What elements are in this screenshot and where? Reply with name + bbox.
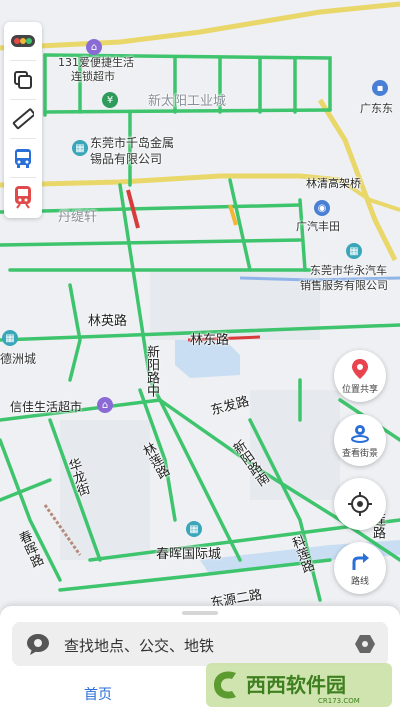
company-icon[interactable]: ▦ xyxy=(72,140,88,156)
route-icon xyxy=(352,552,369,570)
street-view-icon xyxy=(351,424,369,443)
share-location-icon xyxy=(352,358,368,379)
layers-icon xyxy=(14,71,32,89)
map-label: 锡品有限公司 xyxy=(90,152,163,166)
crosshair-icon xyxy=(348,492,372,516)
route-button[interactable]: 路线 xyxy=(334,542,386,594)
company-icon[interactable]: ▦ xyxy=(186,521,202,537)
map-label: 新太阳工业城 xyxy=(148,94,227,109)
locate-button[interactable] xyxy=(334,478,386,530)
car-icon[interactable]: ◉ xyxy=(314,200,330,216)
search-input[interactable]: 查找地点、公交、地铁 xyxy=(64,635,214,656)
map-label: 信佳生活超市 xyxy=(10,400,83,414)
tab-home[interactable]: 首页 xyxy=(84,684,112,704)
place-icon[interactable]: ▪ xyxy=(372,80,388,96)
street-view-label: 查看街景 xyxy=(341,448,378,459)
map-toolbar xyxy=(4,22,42,218)
drag-handle[interactable] xyxy=(182,611,218,615)
traffic-icon xyxy=(11,35,35,47)
map-label: 连锁超市 xyxy=(71,70,115,83)
supermarket-icon[interactable]: ⌂ xyxy=(86,39,102,55)
map-label: 德洲城 xyxy=(0,352,37,366)
route-label: 路线 xyxy=(350,576,369,587)
bus-icon xyxy=(15,149,31,168)
bank-icon[interactable]: ¥ xyxy=(102,92,118,108)
subway-icon xyxy=(15,186,31,209)
map-label: 广东东 xyxy=(360,102,393,115)
ruler-icon xyxy=(12,108,34,130)
map-label: 丹缇轩 xyxy=(58,210,98,225)
share-location-button[interactable]: 位置共享 xyxy=(334,350,386,402)
road-label: 林英路 xyxy=(88,314,128,329)
svg-text:西西软件园: 西西软件园 xyxy=(246,673,346,697)
subway-button[interactable] xyxy=(4,178,42,216)
map-label: 东莞市华永汽车 xyxy=(310,264,387,277)
map-label: 广汽丰田 xyxy=(296,220,340,233)
layers-button[interactable] xyxy=(4,61,42,99)
share-location-label: 位置共享 xyxy=(341,384,378,395)
svg-text:CR173.COM: CR173.COM xyxy=(318,697,360,705)
ruler-button[interactable] xyxy=(4,100,42,138)
road-label: 林东路 xyxy=(190,333,230,348)
company-icon[interactable]: ▦ xyxy=(2,330,18,346)
map-label: 春晖国际城 xyxy=(156,547,222,562)
hexagon-icon[interactable] xyxy=(354,634,376,654)
watermark-logo: 西西软件园 CR173.COM xyxy=(206,663,392,707)
chat-bubble-icon xyxy=(27,634,49,655)
supermarket-icon[interactable]: ⌂ xyxy=(97,397,113,413)
company-icon[interactable]: ▦ xyxy=(346,243,362,259)
map-label: 销售服务有限公司 xyxy=(300,279,388,292)
street-view-button[interactable]: 查看街景 xyxy=(334,414,386,466)
map-label: 东莞市千岛金属 xyxy=(90,136,175,150)
bus-button[interactable] xyxy=(4,139,42,177)
search-bar[interactable]: 查找地点、公交、地铁 xyxy=(12,622,388,666)
traffic-toggle[interactable] xyxy=(4,22,42,60)
map-label: 林清高架桥 xyxy=(306,177,361,190)
road-label: 新阳路中 xyxy=(144,345,159,397)
